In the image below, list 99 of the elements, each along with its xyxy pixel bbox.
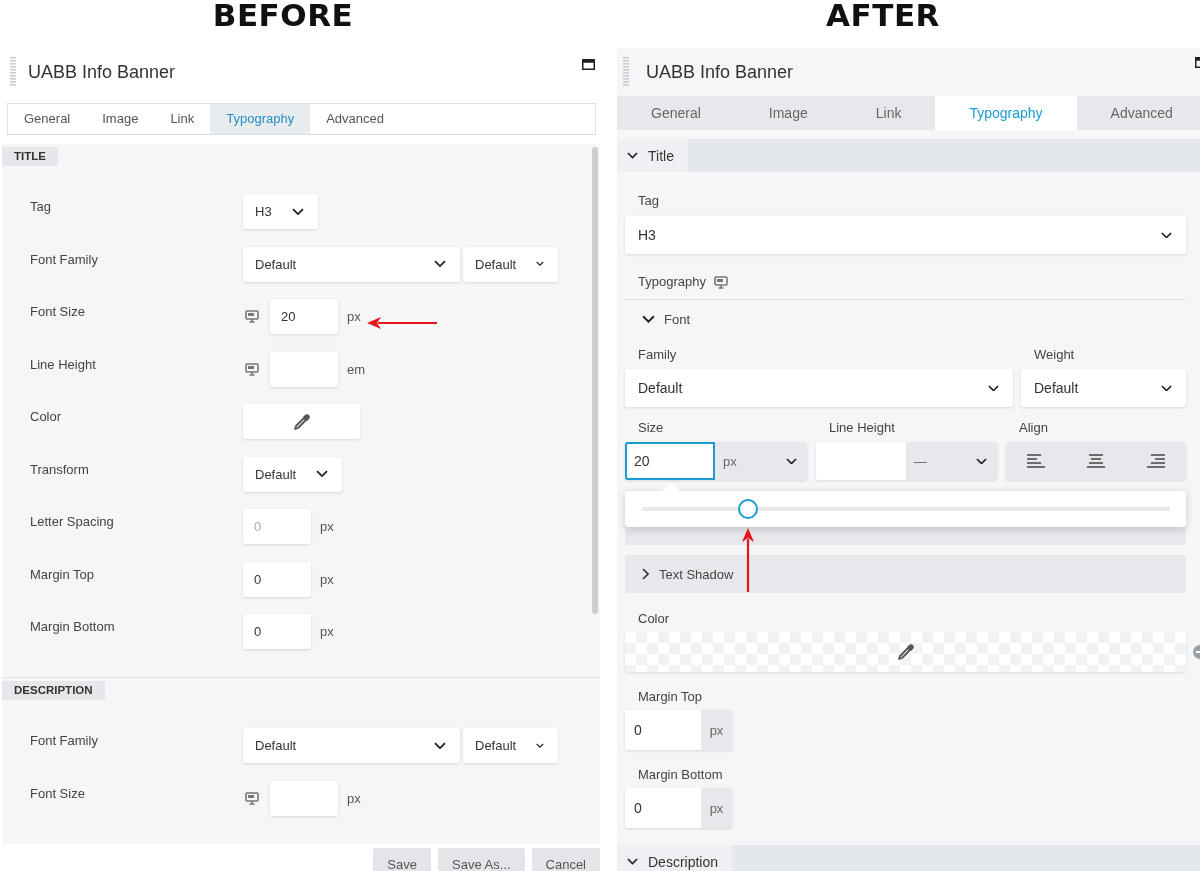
comparison-caption: BEFORE [212,0,354,35]
unit-label: px [708,721,725,740]
chevron-down-icon [536,260,544,268]
collapsible-group[interactable]: Text Shadow [625,555,1186,593]
select-field[interactable]: Default [463,728,558,763]
select-field[interactable]: Default [243,728,460,763]
chevron-down-icon [316,470,329,478]
chevron-down-icon [291,207,304,216]
field-label: Tag [30,198,52,216]
select-field[interactable]: H3 [625,216,1186,254]
field-label: Family [637,347,678,363]
slider-thumb[interactable] [737,499,758,519]
field-label: Letter Spacing [30,513,115,531]
number-field[interactable]: 0 [243,614,311,649]
field-label: Transform [30,460,90,479]
eyedropper-icon [895,642,916,662]
align-left-icon [1027,454,1045,468]
tab[interactable]: Advanced [310,104,400,134]
color-picker-field[interactable] [625,632,1186,672]
align-right-icon [1147,454,1165,468]
field-label: Align [1018,420,1049,436]
monitor-icon[interactable] [713,275,728,289]
field-label: Color [30,408,63,426]
field-label: Font Size [30,784,86,803]
number-field[interactable]: 0 [625,788,701,828]
tab[interactable]: General [8,104,87,134]
select-field[interactable]: Default [1021,369,1186,407]
footer-button[interactable]: Save [373,848,431,871]
number-field[interactable] [270,351,338,387]
field-label: Weight [1033,347,1076,363]
chevron-down-icon [1161,231,1172,239]
footer-button[interactable]: Save As... [438,848,525,871]
tab[interactable]: Image [734,96,842,130]
section-heading: DESCRIPTION [2,681,105,700]
maximize-icon[interactable] [582,59,595,70]
chevron-down-icon [434,260,446,268]
color-picker-button[interactable] [243,404,360,439]
field-label: Font Family [30,250,99,269]
field-label: Line Height [30,355,97,374]
tab[interactable]: General [617,96,735,130]
chevron-down-icon [1161,384,1172,392]
drag-handle-icon[interactable] [10,57,16,87]
unit-label: px [320,571,334,587]
chevron-down-icon [988,384,999,392]
select-field[interactable]: H3 [243,194,318,229]
field-label: Typography [637,274,706,290]
monitor-icon[interactable] [245,362,259,376]
footer-button[interactable]: Cancel [531,848,600,871]
field-label: Font Size [30,303,86,321]
field-label: Tag [637,193,660,209]
number-field[interactable] [816,442,906,480]
annotation-arrow [366,316,438,330]
number-field[interactable]: 20 [270,299,338,334]
unit-select[interactable]: px [715,442,807,480]
number-field[interactable]: 0 [625,710,701,750]
comparison-caption: AFTER [826,0,940,35]
drag-handle-icon[interactable] [623,57,629,87]
unit-label: em [347,361,366,377]
field-label: Line Height [828,420,896,436]
section-toggle[interactable]: Description [617,845,733,871]
chevron-down-icon [976,457,987,465]
select-field[interactable]: Default [463,246,558,282]
field-label: Margin Bottom [30,618,116,636]
chevron-down-icon [786,457,797,465]
unit-label: px [347,790,361,806]
field-label: Font Family [30,732,99,750]
unit-label: px [320,624,334,639]
monitor-icon[interactable] [245,310,259,323]
select-field[interactable]: Default [243,456,343,492]
panel-title: UABB Info Banner [646,61,794,83]
tab[interactable]: Image [86,104,155,134]
number-field[interactable]: 0 [243,509,311,544]
unit-label: px [347,309,361,324]
number-field[interactable]: 20 [625,442,715,480]
field-label: Size [637,420,665,436]
tab[interactable]: Link [841,96,936,130]
unit-label: px [320,519,334,534]
font-toggle[interactable]: Font [625,311,1186,327]
field-label: Margin Top [637,689,704,705]
monitor-icon[interactable] [245,791,259,805]
chevron-down-icon [434,741,446,750]
panel-title: UABB Info Banner [28,61,176,83]
select-field[interactable]: Default [243,246,460,282]
field-label: Margin Top [30,565,96,584]
number-field[interactable] [270,780,338,816]
select-field[interactable]: Default [625,369,1013,407]
align-center-icon [1087,454,1105,468]
section-toggle[interactable]: Title [617,139,688,172]
field-label: Margin Bottom [637,767,724,783]
chevron-down-icon [536,741,544,750]
scrollbar[interactable] [592,147,598,614]
tab[interactable]: Link [154,104,211,134]
number-field[interactable]: 0 [243,561,311,597]
tab[interactable]: Advanced [1076,96,1200,130]
field-label: Color [637,611,671,627]
section-heading: TITLE [2,147,58,166]
annotation-arrow [741,527,755,593]
unit-label: px [708,799,725,818]
eyedropper-icon [291,411,312,432]
